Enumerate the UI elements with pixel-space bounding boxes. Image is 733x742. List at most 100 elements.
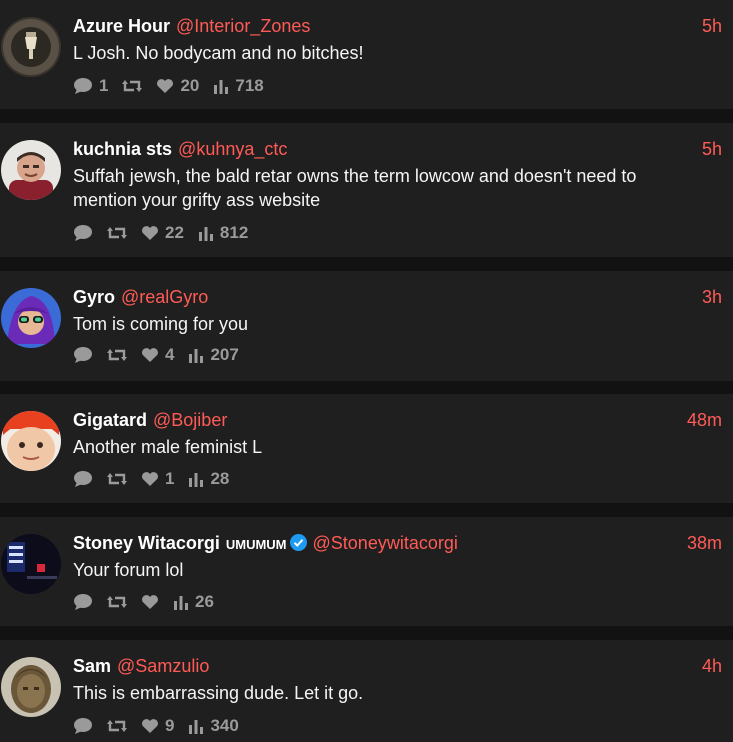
retweet-button[interactable]: [107, 594, 127, 610]
tweet-header: Gyro @realGyro: [73, 286, 208, 308]
retweet-icon: [107, 349, 127, 361]
retweet-button[interactable]: [107, 718, 127, 734]
view-count: 28: [210, 469, 230, 488]
display-name[interactable]: Stoney Witacorgi: [73, 533, 220, 553]
speech-bubble-icon: [74, 471, 92, 487]
display-name[interactable]: Sam: [73, 656, 111, 676]
bar-chart-icon: [214, 80, 229, 94]
avatar[interactable]: [1, 17, 61, 77]
user-handle[interactable]: @Samzulio: [117, 656, 209, 676]
tweet-header: Stoney Witacorgi UMUMUM @Stoneywitacorgi: [73, 532, 458, 554]
like-button[interactable]: 1: [141, 469, 174, 489]
retweet-icon: [107, 473, 127, 485]
views-button[interactable]: 26: [173, 592, 214, 612]
display-name[interactable]: Gigatard: [73, 410, 147, 430]
view-count: 718: [235, 76, 264, 95]
reply-button[interactable]: [73, 224, 93, 242]
like-count: 1: [165, 469, 175, 488]
retweet-button[interactable]: [107, 347, 127, 363]
views-button[interactable]: 812: [198, 223, 248, 243]
like-button[interactable]: [141, 594, 159, 610]
tweet-text: Suffah jewsh, the bald retar owns the te…: [73, 166, 637, 210]
retweet-icon: [107, 227, 127, 239]
tweet-card[interactable]: Gigatard @Bojiber 48m Another male femini…: [0, 394, 733, 503]
verified-check-icon: [289, 534, 307, 551]
like-button[interactable]: 9: [141, 716, 174, 736]
heart-icon: [142, 226, 158, 240]
user-handle[interactable]: @Stoneywitacorgi: [313, 533, 458, 553]
tweet-card[interactable]: Azure Hour @Interior_Zones 5h L Josh. No …: [0, 0, 733, 109]
user-handle[interactable]: @Bojiber: [153, 410, 227, 430]
avatar[interactable]: [1, 140, 61, 200]
tweet-time[interactable]: 5h: [702, 138, 722, 160]
heart-icon: [142, 719, 158, 733]
views-button[interactable]: 207: [188, 345, 239, 365]
speech-bubble-icon: [74, 225, 92, 241]
like-button[interactable]: 4: [141, 345, 174, 365]
display-name[interactable]: Gyro: [73, 287, 115, 307]
tweet-time[interactable]: 3h: [702, 286, 722, 308]
tweet-actions: 9 340: [73, 716, 253, 736]
tweet-card[interactable]: Gyro @realGyro 3h Tom is coming for you 4…: [0, 271, 733, 381]
user-handle[interactable]: @realGyro: [121, 287, 208, 307]
avatar[interactable]: [1, 534, 61, 594]
retweet-button[interactable]: [107, 225, 127, 241]
tweet-card[interactable]: kuchnia sts @kuhnya_ctc 5h Suffah jewsh, …: [0, 123, 733, 257]
like-count: 9: [165, 716, 175, 735]
like-button[interactable]: 20: [156, 76, 199, 96]
tweet-actions: 1 20 718: [73, 76, 278, 96]
display-name[interactable]: kuchnia sts: [73, 139, 172, 159]
speech-bubble-icon: [74, 718, 92, 734]
reply-button[interactable]: [73, 346, 93, 364]
tweet-text: This is embarrassing dude. Let it go.: [73, 683, 364, 703]
tweet-card[interactable]: Sam @Samzulio 4h This is embarrassing dud…: [0, 640, 733, 742]
tweet-actions: 26: [73, 592, 228, 612]
retweet-button[interactable]: [122, 78, 143, 94]
heart-icon: [142, 472, 158, 486]
reply-button[interactable]: [73, 470, 93, 488]
views-button[interactable]: 718: [213, 76, 264, 96]
tweet-header: Gigatard @Bojiber: [73, 409, 227, 431]
views-button[interactable]: 340: [188, 716, 239, 736]
bar-chart-icon: [189, 720, 204, 734]
avatar[interactable]: [1, 288, 61, 348]
like-count: 4: [165, 345, 175, 364]
like-button[interactable]: 22: [141, 223, 184, 243]
bar-chart-icon: [189, 473, 204, 487]
view-count: 26: [195, 592, 214, 611]
tweet-time[interactable]: 5h: [702, 15, 722, 37]
tweet-header: Sam @Samzulio: [73, 655, 209, 677]
user-handle[interactable]: @kuhnya_ctc: [178, 139, 287, 159]
retweet-button[interactable]: [107, 471, 127, 487]
view-count: 812: [219, 223, 249, 242]
heart-icon: [142, 348, 158, 362]
tweet-header: kuchnia sts @kuhnya_ctc: [73, 138, 287, 160]
tweet-text: Another male feminist L: [73, 437, 263, 457]
tweet-actions: 4 207: [73, 345, 253, 365]
user-handle[interactable]: @Interior_Zones: [176, 16, 310, 36]
tweet-header: Azure Hour @Interior_Zones: [73, 15, 310, 37]
heart-icon: [142, 595, 158, 609]
tweet-text: L Josh. No bodycam and no bitches!: [73, 43, 364, 63]
retweet-icon: [122, 80, 143, 92]
avatar[interactable]: [1, 411, 61, 471]
view-count: 207: [210, 345, 239, 364]
tweet-actions: 22 812: [73, 223, 262, 243]
tweet-actions: 1 28: [73, 469, 243, 489]
display-name[interactable]: Azure Hour: [73, 16, 170, 36]
avatar[interactable]: [1, 657, 61, 717]
retweet-icon: [107, 720, 127, 732]
tweet-time[interactable]: 4h: [702, 655, 722, 677]
reply-button[interactable]: 1: [73, 76, 108, 96]
views-button[interactable]: 28: [188, 469, 229, 489]
bar-chart-icon: [174, 596, 188, 610]
name-badge-text: UMUMUM: [225, 537, 287, 552]
tweet-card[interactable]: Stoney Witacorgi UMUMUM @Stoneywitacorgi 3…: [0, 517, 733, 626]
speech-bubble-icon: [74, 594, 92, 610]
reply-button[interactable]: [73, 593, 93, 611]
reply-button[interactable]: [73, 717, 93, 735]
tweet-time[interactable]: 38m: [687, 532, 722, 554]
tweet-feed: Azure Hour @Interior_Zones 5h L Josh. No …: [0, 0, 733, 742]
tweet-time[interactable]: 48m: [687, 409, 722, 431]
reply-count: 1: [99, 76, 109, 95]
